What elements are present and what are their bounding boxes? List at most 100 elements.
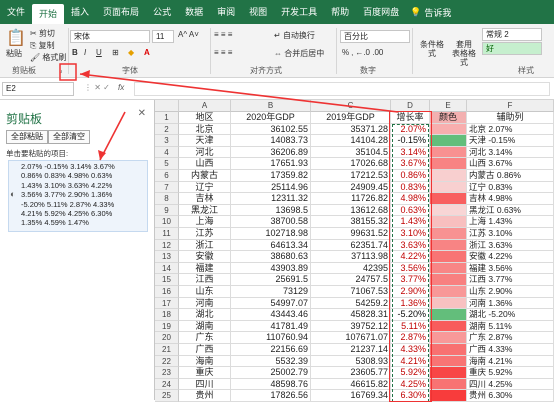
table-row[interactable]: 天津 -0.15% (467, 135, 554, 147)
column-header-c[interactable]: C (311, 100, 391, 112)
cut-button[interactable]: ✂ 剪切 (30, 28, 55, 39)
conditional-format-button[interactable]: 条件格式 (418, 40, 446, 58)
growth-cell[interactable]: 0.83% (391, 181, 430, 194)
growth-cell[interactable]: 3.14% (391, 146, 430, 159)
tab-5[interactable]: 数据 (178, 2, 210, 22)
table-row[interactable]: 重庆 5.92% (467, 367, 554, 379)
table-row[interactable]: 山西 (179, 158, 231, 170)
tab-3[interactable]: 页面布局 (96, 2, 146, 22)
table-row[interactable]: 天津 (179, 135, 231, 147)
table-row[interactable]: 11726.82 (311, 193, 391, 205)
table-row[interactable]: 45828.31 (311, 309, 391, 321)
color-cell[interactable] (430, 390, 467, 402)
table-row[interactable]: 43903.89 (231, 262, 311, 275)
spreadsheet-grid[interactable]: A B C D E F 1 地区 2020年GDP 2019年GDP 增长率 颜色 辅助列 2 北京 3610… (155, 100, 554, 402)
color-cell[interactable] (430, 251, 467, 263)
table-row[interactable]: 14083.73 (231, 135, 311, 147)
table-row[interactable]: 内蒙古 (179, 170, 231, 182)
header-cell[interactable]: 地区 (179, 112, 231, 124)
table-row[interactable]: 13698.5 (231, 204, 311, 217)
font-name-box[interactable]: 宋体 (70, 30, 150, 43)
table-row[interactable]: 99631.52 (311, 228, 391, 240)
table-row[interactable]: 71067.53 (311, 286, 391, 298)
row-header[interactable]: 24 (155, 378, 179, 391)
color-cell[interactable] (430, 297, 467, 310)
header-cell[interactable]: 颜色 (430, 112, 467, 124)
column-header-e[interactable]: E (430, 100, 467, 112)
table-row[interactable]: 37113.98 (311, 251, 391, 263)
row-header[interactable]: 25 (155, 390, 179, 402)
growth-cell[interactable]: 2.07% (391, 123, 430, 136)
table-row[interactable]: 上海 (179, 216, 231, 228)
header-cell[interactable]: 2019年GDP (311, 112, 391, 124)
table-row[interactable]: 23605.77 (311, 367, 391, 379)
header-cell[interactable]: 2020年GDP (231, 112, 311, 124)
table-row[interactable]: 辽宁 (179, 181, 231, 194)
table-row[interactable]: 山西 3.67% (467, 158, 554, 170)
table-row[interactable]: 河北 3.14% (467, 146, 554, 159)
number-format-icons[interactable]: % ‚ ←.0 .00 (342, 48, 383, 57)
color-cell[interactable] (430, 181, 467, 194)
tab-9[interactable]: 帮助 (324, 2, 356, 22)
table-row[interactable]: 辽宁 0.83% (467, 181, 554, 194)
table-row[interactable]: 海南 (179, 355, 231, 368)
growth-cell[interactable]: 2.90% (391, 286, 430, 298)
table-row[interactable]: 江西 (179, 274, 231, 286)
table-row[interactable]: 广东 (179, 332, 231, 344)
table-row[interactable]: 吉林 4.98% (467, 193, 554, 205)
table-row[interactable]: 海南 4.21% (467, 355, 554, 368)
color-cell[interactable] (430, 216, 467, 228)
growth-cell[interactable]: 0.63% (391, 204, 430, 217)
row-header[interactable]: 11 (155, 228, 179, 240)
style-normal2[interactable]: 常规 2 (482, 28, 542, 41)
table-row[interactable]: 107671.07 (311, 332, 391, 344)
align-left-icon[interactable]: ≡ ≡ ≡ (214, 48, 232, 57)
tab-8[interactable]: 开发工具 (274, 2, 324, 22)
row-header[interactable]: 10 (155, 216, 179, 228)
table-row[interactable]: 福建 (179, 262, 231, 275)
growth-cell[interactable]: -0.15% (391, 135, 430, 147)
table-row[interactable]: 江苏 3.10% (467, 228, 554, 240)
row-header[interactable]: 2 (155, 123, 179, 136)
column-header-b[interactable]: B (231, 100, 311, 112)
table-row[interactable]: 17359.82 (231, 170, 311, 182)
corner-cell[interactable] (155, 100, 179, 112)
fill-color-icon[interactable]: ◆ (128, 48, 134, 57)
growth-cell[interactable]: 3.10% (391, 228, 430, 240)
header-cell[interactable]: 增长率 (391, 112, 430, 124)
growth-cell[interactable]: 4.22% (391, 251, 430, 263)
table-row[interactable]: 21237.14 (311, 344, 391, 356)
table-row[interactable]: 安徽 4.22% (467, 251, 554, 263)
wrap-text-button[interactable]: ↵ 自动换行 (274, 30, 315, 41)
table-row[interactable]: 河南 (179, 297, 231, 310)
color-cell[interactable] (430, 146, 467, 159)
table-row[interactable]: 湖南 (179, 320, 231, 333)
growth-cell[interactable]: 3.63% (391, 239, 430, 252)
row-header[interactable]: 1 (155, 112, 179, 124)
style-good[interactable]: 好 (482, 42, 542, 55)
table-row[interactable]: 17026.68 (311, 158, 391, 170)
row-header[interactable]: 17 (155, 297, 179, 310)
growth-cell[interactable]: 6.30% (391, 390, 430, 402)
close-icon[interactable]: ✕ (138, 108, 146, 119)
table-row[interactable]: 46615.82 (311, 378, 391, 391)
row-header[interactable]: 8 (155, 193, 179, 205)
paste-button[interactable]: 粘贴 (6, 48, 22, 59)
table-row[interactable]: 38155.32 (311, 216, 391, 228)
table-row[interactable]: 43443.46 (231, 309, 311, 321)
color-cell[interactable] (430, 262, 467, 275)
color-cell[interactable] (430, 123, 467, 136)
table-row[interactable]: 12311.32 (231, 193, 311, 205)
color-cell[interactable] (430, 332, 467, 344)
tab-0[interactable]: 文件 (0, 2, 32, 22)
row-header[interactable]: 22 (155, 355, 179, 368)
table-row[interactable]: 5532.39 (231, 355, 311, 368)
growth-cell[interactable]: 1.43% (391, 216, 430, 228)
table-row[interactable]: 四川 (179, 378, 231, 391)
table-row[interactable]: 36102.55 (231, 123, 311, 136)
row-header[interactable]: 16 (155, 286, 179, 298)
formula-input[interactable] (134, 82, 550, 96)
table-row[interactable]: 62351.74 (311, 239, 391, 252)
growth-cell[interactable]: 5.11% (391, 320, 430, 333)
row-header[interactable]: 20 (155, 332, 179, 344)
